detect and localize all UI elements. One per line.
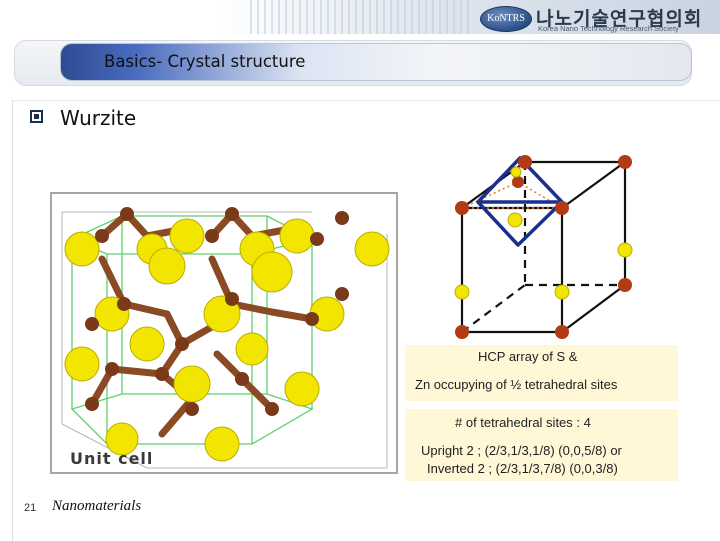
unit-cell-illustration [61, 207, 390, 469]
sulfur-atoms [64, 218, 390, 462]
hcp-svg [454, 155, 633, 339]
upright-sites: Upright 2 ; (2/3,1/3,1/8) (0,0,5/8) or [421, 443, 622, 458]
logo-emblem: KoNTRS [480, 6, 532, 32]
footer-course: Nanomaterials [52, 498, 142, 514]
tetrahedral-info-box: # of tetrahedral sites : 4 Upright 2 ; (… [405, 409, 678, 481]
logo-english-name: Korea Nano Technology Research Society [538, 24, 679, 33]
hcp-yellow-atoms [454, 166, 633, 300]
slide-title: Basics- Crystal structure [104, 52, 306, 71]
hcp-info-line-2: Zn occupying of ½ tetrahedral sites [415, 377, 618, 392]
hcp-hidden-lines [461, 162, 625, 333]
unit-cell-panel [50, 192, 398, 474]
banner-stripes [250, 0, 470, 34]
society-logo: KoNTRS 나노기술연구협의회 Korea Nano Technology R… [480, 4, 715, 34]
inverted-sites: Inverted 2 ; (2/3,1/3,7/8) (0,0,3/8) [427, 461, 618, 476]
tetrahedral-count: # of tetrahedral sites : 4 [455, 415, 591, 430]
hcp-box-lines [460, 160, 627, 334]
unit-cell-label: Unit cell [70, 449, 154, 468]
hcp-info-box: HCP array of S & Zn occupying of ½ tetra… [405, 345, 678, 401]
page-number: 21 [24, 502, 37, 514]
bullet-icon [30, 110, 43, 123]
hcp-info-line-1: HCP array of S & [478, 349, 578, 364]
hcp-tetrahedral-diagram [440, 150, 640, 340]
section-heading: Wurzite [60, 106, 137, 130]
